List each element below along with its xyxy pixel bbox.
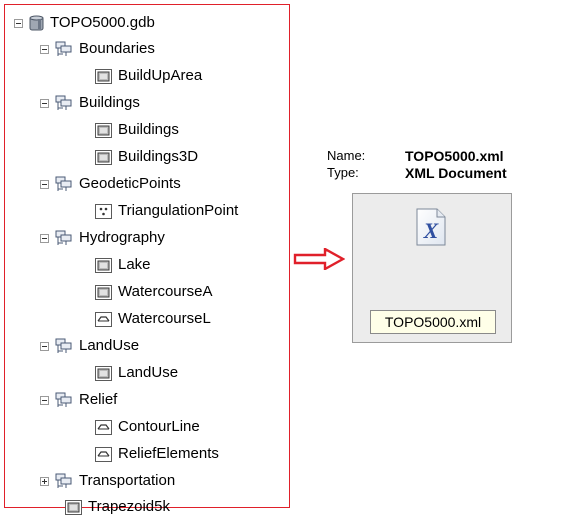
file-name-row: Name: TOPO5000.xml [327,148,557,164]
polygon-feature-class-icon [65,499,82,515]
file-type-value: XML Document [405,165,507,181]
file-name-key: Name: [327,148,366,163]
tree-item-label: Hydrography [79,229,165,246]
tree-item-label: LandUse [79,337,140,354]
file-type-key: Type: [327,165,359,180]
catalog-tree: TOPO5000.gdb Boundaries BuildUpArea Buil… [4,4,290,515]
point-feature-class-icon [95,203,112,219]
tree-item-label: Trapezoid5k [88,498,170,515]
collapse-toggle-icon[interactable] [40,233,49,243]
tree-row-dataset[interactable]: Boundaries [40,36,155,62]
tree-row-feature-class[interactable]: ReliefElements [95,441,219,467]
line-feature-class-icon [95,311,112,327]
geodatabase-icon [29,15,44,30]
collapse-toggle-icon[interactable] [14,18,23,28]
feature-dataset-icon [55,230,72,245]
tree-row-feature-class[interactable]: Trapezoid5k [65,494,170,520]
tree-row-feature-class[interactable]: WatercourseL [95,306,211,332]
tree-item-label: GeodeticPoints [79,175,181,192]
tree-item-label: Relief [79,391,118,408]
polygon-feature-class-icon [95,68,112,84]
tree-item-label: WatercourseA [118,283,213,300]
tree-row-dataset[interactable]: GeodeticPoints [40,171,181,197]
polygon-feature-class-icon [95,257,112,273]
tree-row-feature-class[interactable]: Buildings3D [95,144,198,170]
svg-text:X: X [423,218,440,243]
collapse-toggle-icon[interactable] [40,395,49,405]
file-type-row: Type: XML Document [327,165,557,181]
collapse-toggle-icon[interactable] [40,44,49,54]
right-arrow-icon [293,248,345,270]
line-feature-class-icon [95,419,112,435]
feature-dataset-icon [55,338,72,353]
tree-row-feature-class[interactable]: Buildings [95,117,179,143]
file-name-value: TOPO5000.xml [405,148,504,164]
collapse-toggle-icon[interactable] [40,98,49,108]
tree-item-label: Buildings [79,94,140,111]
feature-dataset-icon [55,392,72,407]
tree-item-label: ReliefElements [118,445,219,462]
tree-row-root[interactable]: TOPO5000.gdb [14,10,155,36]
tree-item-label: TOPO5000.gdb [50,14,155,31]
tree-item-label: LandUse [118,364,179,381]
tree-row-feature-class[interactable]: TriangulationPoint [95,198,238,224]
tree-item-label: TriangulationPoint [118,202,239,219]
tree-item-label: Transportation [79,472,176,489]
tree-row-feature-class[interactable]: ContourLine [95,414,200,440]
tree-item-label: Buildings [118,121,179,138]
tree-row-dataset[interactable]: Relief [40,387,117,413]
feature-dataset-icon [55,41,72,56]
tree-item-label: Buildings3D [118,148,199,165]
tree-row-dataset[interactable]: LandUse [40,333,139,359]
tree-row-dataset[interactable]: Transportation [40,468,175,494]
polygon-feature-class-icon [95,149,112,165]
tree-item-label: WatercourseL [118,310,211,327]
tree-row-dataset[interactable]: Buildings [40,90,140,116]
line-feature-class-icon [95,446,112,462]
tree-row-feature-class[interactable]: BuildUpArea [95,63,202,89]
feature-dataset-icon [55,95,72,110]
tree-item-label: BuildUpArea [118,67,203,84]
polygon-feature-class-icon [95,284,112,300]
tree-row-dataset[interactable]: Hydrography [40,225,165,251]
tree-item-label: Lake [118,256,151,273]
expand-toggle-icon[interactable] [40,476,49,486]
tree-item-label: ContourLine [118,418,200,435]
tree-item-label: Boundaries [79,40,155,57]
xml-file-icon: X [416,208,446,246]
feature-dataset-icon [55,176,72,191]
tree-row-feature-class[interactable]: LandUse [95,360,178,386]
tree-row-feature-class[interactable]: WatercourseA [95,279,212,305]
feature-dataset-icon [55,473,72,488]
tree-row-feature-class[interactable]: Lake [95,252,151,278]
collapse-toggle-icon[interactable] [40,341,49,351]
polygon-feature-class-icon [95,122,112,138]
file-card[interactable]: X TOPO5000.xml [352,193,512,343]
collapse-toggle-icon[interactable] [40,179,49,189]
polygon-feature-class-icon [95,365,112,381]
file-name-label[interactable]: TOPO5000.xml [370,310,496,334]
